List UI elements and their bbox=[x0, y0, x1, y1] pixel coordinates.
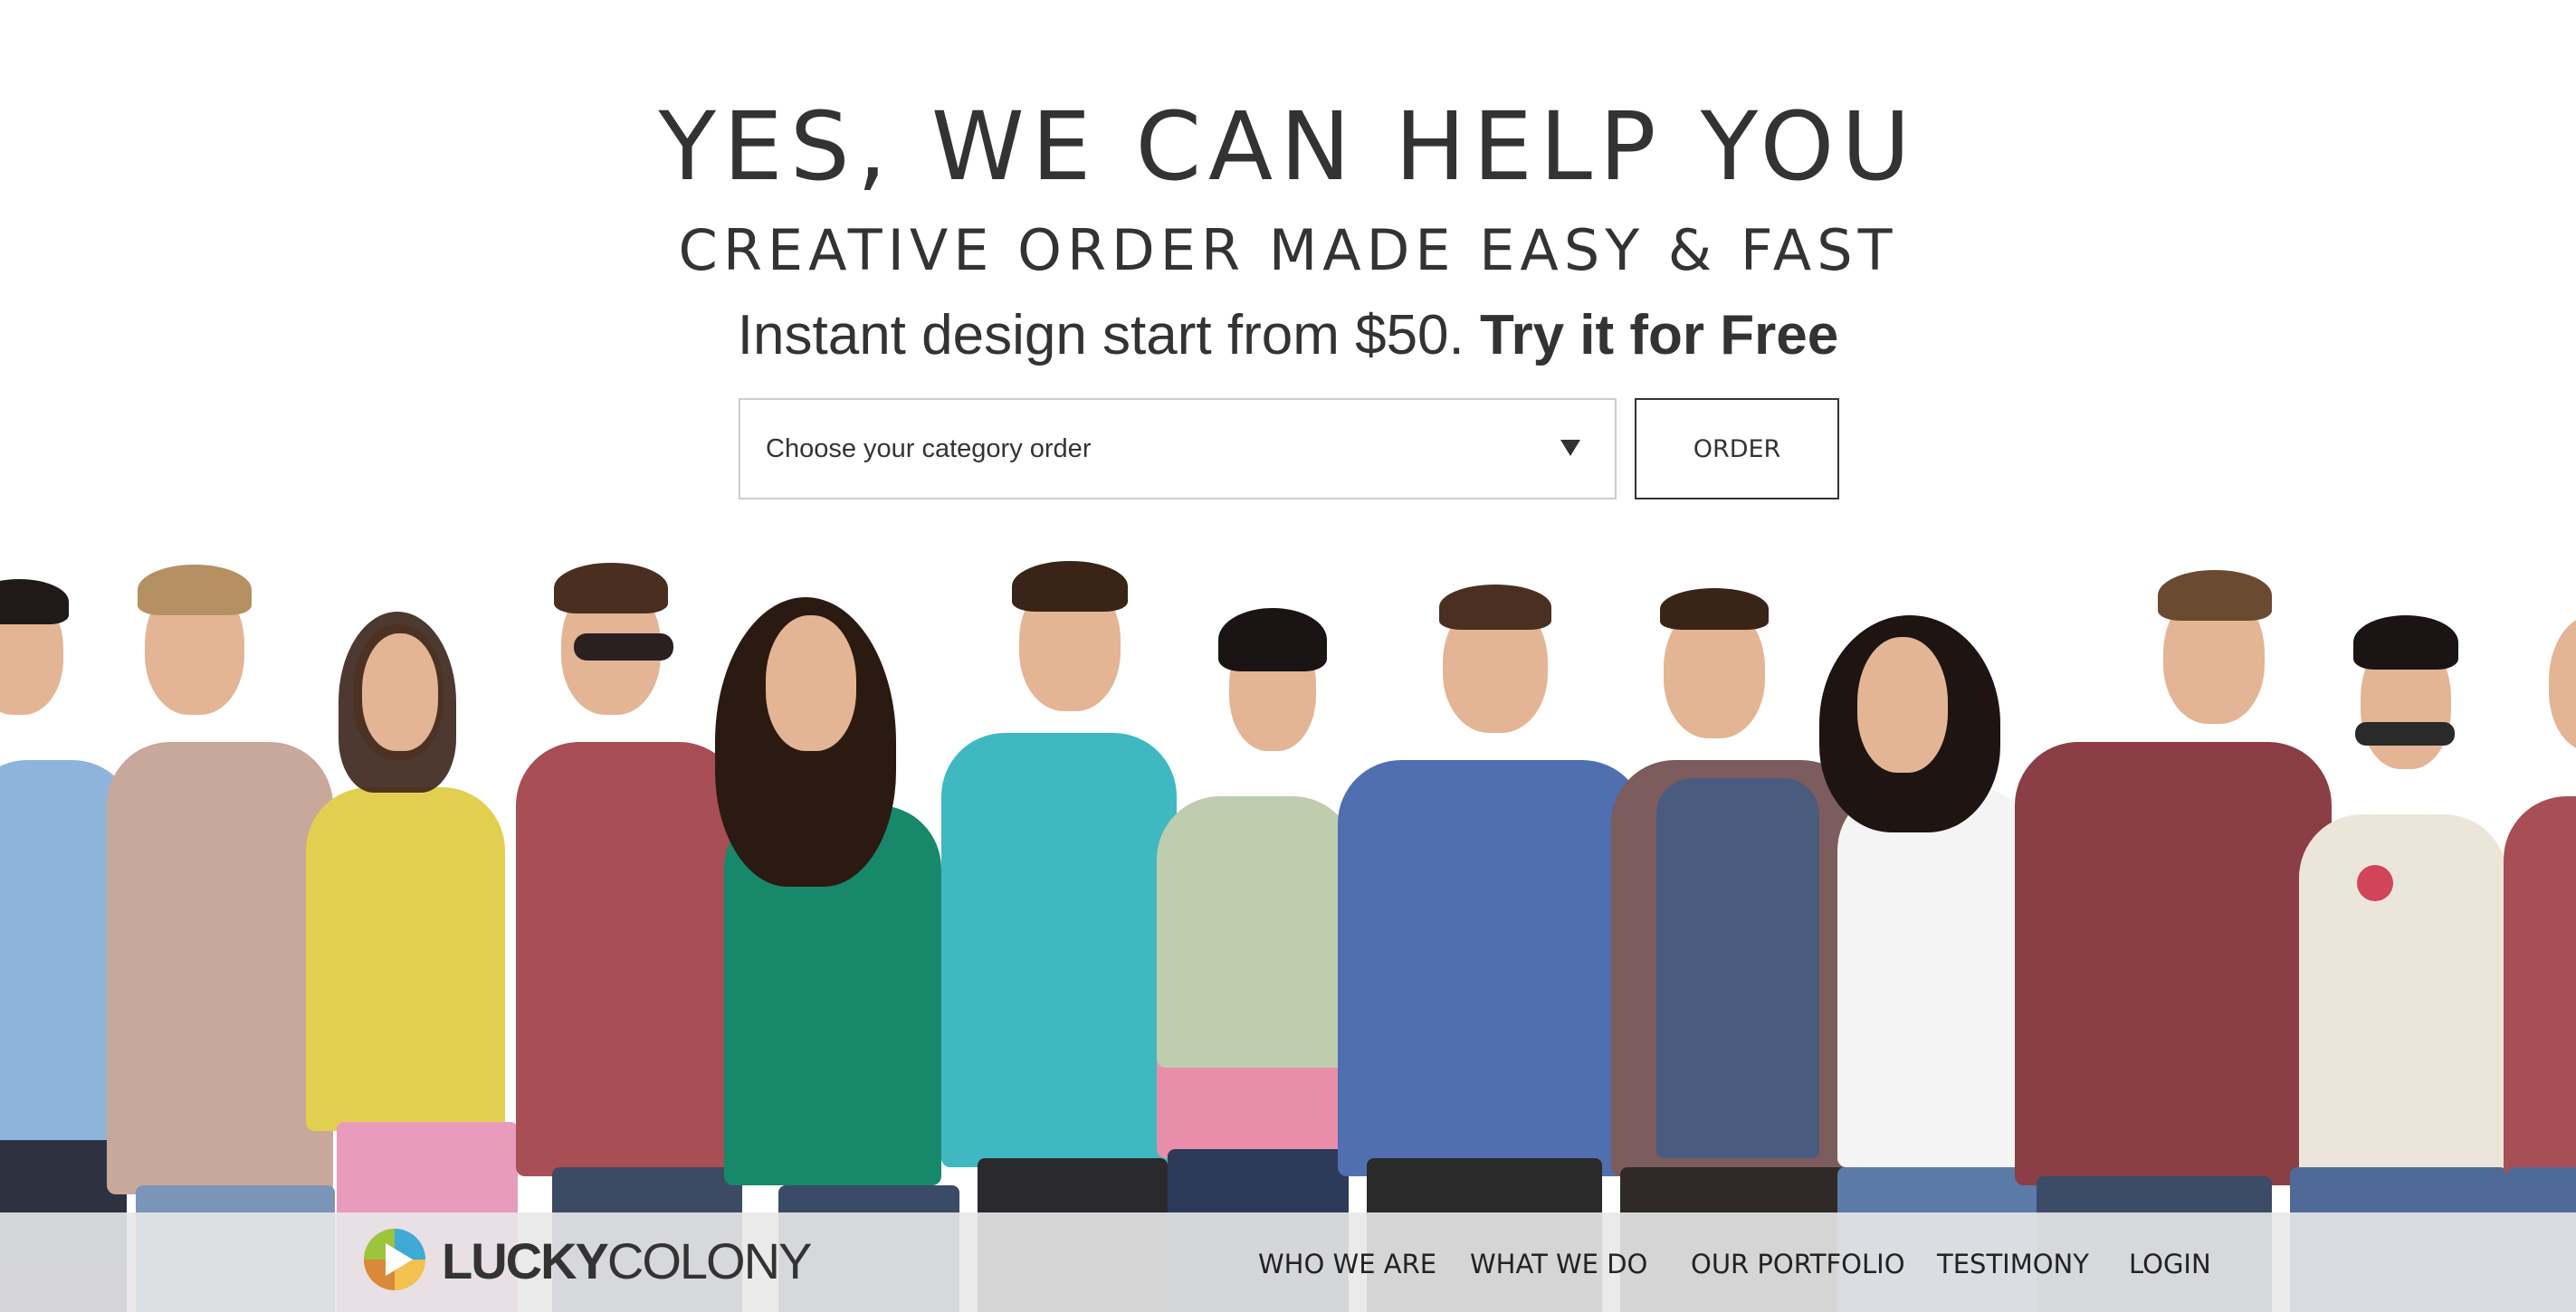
nav-item-testimony[interactable]: TESTIMONY bbox=[1937, 1249, 2089, 1279]
tagline-cta: Try it for Free bbox=[1480, 304, 1839, 366]
nav-item-what-we-do[interactable]: WHAT WE DO bbox=[1470, 1249, 1647, 1279]
hero-tagline: Instant design start from $50. Try it fo… bbox=[0, 308, 2576, 364]
dropdown-arrow-icon bbox=[1560, 440, 1580, 456]
hero-subheadline: CREATIVE ORDER MADE EASY & FAST bbox=[678, 217, 1898, 283]
nav-item-who-we-are[interactable]: WHO WE ARE bbox=[1258, 1249, 1436, 1279]
tagline-prefix: Instant design start from $50. bbox=[737, 304, 1465, 366]
order-button[interactable]: ORDER bbox=[1635, 398, 1839, 499]
play-triangle-icon[interactable] bbox=[362, 1227, 427, 1292]
brand-logo-text[interactable]: LUCKYCOLONY bbox=[442, 1236, 812, 1287]
crowd-photo bbox=[0, 561, 2576, 1312]
hero-headline: YES, WE CAN HELP YOU bbox=[658, 91, 1918, 202]
nav-item-login[interactable]: LOGIN bbox=[2129, 1249, 2211, 1279]
category-select[interactable]: Choose your category order bbox=[739, 398, 1617, 499]
brand-name-part2: COLONY bbox=[606, 1232, 812, 1289]
nav-item-our-portfolio[interactable]: OUR PORTFOLIO bbox=[1691, 1249, 1905, 1279]
category-select-value: Choose your category order bbox=[766, 434, 1092, 463]
brand-name-part1: LUCKY bbox=[442, 1232, 609, 1289]
